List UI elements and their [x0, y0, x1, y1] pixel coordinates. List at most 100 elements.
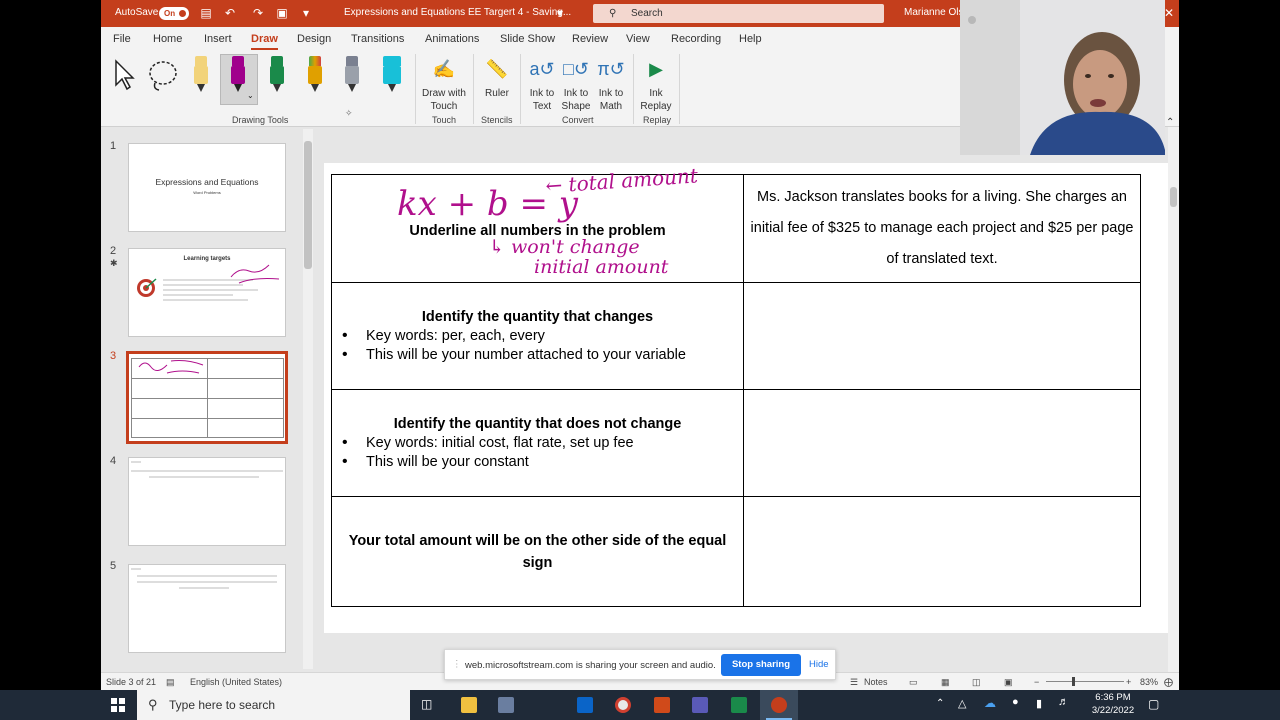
- language-indicator[interactable]: English (United States): [190, 677, 282, 687]
- table-cell[interactable]: Underline all numbers in the problem: [331, 174, 744, 283]
- slide-scrollbar[interactable]: [1168, 127, 1179, 672]
- table-cell[interactable]: [743, 496, 1141, 607]
- windows-taskbar: ⚲ Type here to search ◫ ⌃ △ ☁ ● ▮ ♬ 6:36…: [0, 690, 1280, 720]
- zoom-in-icon[interactable]: +: [1126, 677, 1131, 687]
- windows-start-icon[interactable]: [111, 698, 125, 712]
- chrome-icon[interactable]: [615, 697, 631, 713]
- add-pen-icon[interactable]: ✧: [345, 108, 353, 119]
- zoom-out-icon[interactable]: −: [1034, 677, 1039, 687]
- volume-icon[interactable]: ♬: [1058, 696, 1069, 708]
- lasso-select-icon[interactable]: [147, 59, 181, 93]
- pen-options-chevron-icon[interactable]: ⌄: [247, 91, 254, 100]
- slideshow-icon[interactable]: ▣: [1004, 677, 1013, 688]
- tab-design[interactable]: Design: [297, 33, 331, 45]
- pen-green-icon[interactable]: [270, 56, 284, 92]
- thumbnail-scroll-thumb[interactable]: [304, 141, 312, 269]
- table-cell[interactable]: [743, 389, 1141, 497]
- customize-qat-icon[interactable]: ▾: [299, 6, 313, 20]
- teams-icon[interactable]: [692, 697, 708, 713]
- collapse-ribbon-icon[interactable]: ⌃: [1166, 117, 1174, 128]
- slide-canvas[interactable]: Underline all numbers in the problem Ms.…: [324, 163, 1172, 633]
- tab-animations[interactable]: Animations: [425, 33, 479, 45]
- table-cell[interactable]: Your total amount will be on the other s…: [331, 496, 744, 607]
- ink-to-shape-button[interactable]: □↺ Ink to Shape: [559, 55, 593, 113]
- taskbar-search-box[interactable]: ⚲ Type here to search: [137, 690, 410, 720]
- hide-button[interactable]: Hide: [809, 659, 829, 670]
- task-view-icon[interactable]: ◫: [421, 697, 432, 711]
- document-title[interactable]: Expressions and Equations EE Targert 4 -…: [344, 7, 571, 18]
- notes-button[interactable]: Notes: [864, 677, 888, 687]
- zoom-slider-thumb[interactable]: [1072, 677, 1075, 686]
- file-explorer-icon[interactable]: [461, 697, 477, 713]
- close-window-icon[interactable]: ✕: [1164, 6, 1174, 20]
- accessibility-icon[interactable]: ▤: [166, 677, 175, 688]
- onedrive-icon[interactable]: ☁: [984, 696, 996, 710]
- table-cell[interactable]: Identify the quantity that does not chan…: [331, 389, 744, 497]
- tray-chevron-icon[interactable]: ⌃: [936, 698, 944, 709]
- powerpoint-taskbar-button[interactable]: [760, 690, 798, 720]
- pen-galaxy-icon[interactable]: [308, 56, 322, 92]
- slide-thumbnail-1[interactable]: Expressions and Equations Word Problems: [128, 143, 286, 232]
- save-icon[interactable]: ▤: [199, 6, 213, 20]
- ink-to-math-button[interactable]: π↺ Ink to Math: [594, 55, 628, 113]
- redo-icon[interactable]: ↷: [251, 6, 265, 20]
- wifi-icon[interactable]: △: [958, 697, 966, 710]
- title-dropdown-icon[interactable]: ▾: [553, 6, 567, 20]
- ink-replay-button[interactable]: ▶ Ink Replay: [639, 55, 673, 113]
- draw-with-touch-button[interactable]: ✍ Draw with Touch: [421, 55, 467, 113]
- thumbnail-scrollbar[interactable]: [303, 129, 313, 669]
- autosave-toggle[interactable]: On: [159, 7, 189, 20]
- pencil-gray-icon[interactable]: [345, 56, 359, 92]
- tab-transitions[interactable]: Transitions: [351, 33, 404, 45]
- table-cell[interactable]: Ms. Jackson translates books for a livin…: [743, 174, 1141, 283]
- outlook-icon[interactable]: [577, 697, 593, 713]
- tab-review[interactable]: Review: [572, 33, 608, 45]
- ink-to-text-button[interactable]: a↺ Ink to Text: [525, 55, 559, 113]
- powerpoint-icon: [771, 697, 787, 713]
- present-icon[interactable]: ▣: [275, 6, 289, 20]
- table-cell[interactable]: [743, 282, 1141, 390]
- table-cell[interactable]: Identify the quantity that changes Key w…: [331, 282, 744, 390]
- undo-icon[interactable]: ↶: [223, 6, 237, 20]
- presenter-video: [960, 0, 1165, 155]
- microphone-icon[interactable]: ●: [1012, 696, 1019, 708]
- select-arrow-icon[interactable]: [113, 59, 135, 91]
- tab-slide-show[interactable]: Slide Show: [500, 33, 555, 45]
- notes-icon[interactable]: ☰: [850, 677, 858, 688]
- search-box[interactable]: ⚲ Search: [593, 4, 884, 23]
- fit-to-window-icon[interactable]: ⨁: [1164, 677, 1173, 688]
- slide-thumbnail-2[interactable]: Learning targets: [128, 248, 286, 337]
- slide-thumbnail-3[interactable]: [126, 351, 288, 444]
- tab-help[interactable]: Help: [739, 33, 762, 45]
- tab-insert[interactable]: Insert: [204, 33, 232, 45]
- stop-sharing-button[interactable]: Stop sharing: [721, 654, 801, 676]
- tab-recording[interactable]: Recording: [671, 33, 721, 45]
- search-icon: ⚲: [609, 8, 617, 19]
- calculator-icon[interactable]: [731, 697, 747, 713]
- reading-view-icon[interactable]: ◫: [972, 677, 981, 688]
- slide-scroll-thumb[interactable]: [1170, 187, 1177, 207]
- highlighter-cyan-icon[interactable]: [383, 56, 401, 92]
- office-icon[interactable]: [654, 697, 670, 713]
- slide-sorter-icon[interactable]: ▦: [941, 677, 950, 688]
- drag-handle-icon[interactable]: ⋮: [452, 659, 462, 670]
- taskbar-clock[interactable]: 6:36 PM 3/22/2022: [1090, 691, 1136, 717]
- zoom-slider[interactable]: [1046, 681, 1124, 682]
- notification-icon[interactable]: ▢: [1148, 697, 1159, 711]
- tab-file[interactable]: File: [113, 33, 131, 45]
- convert-group-label: Convert: [562, 115, 594, 125]
- thumb-2-star-icon: ✱: [110, 258, 118, 268]
- ruler-button[interactable]: 📏 Ruler: [479, 55, 515, 100]
- tab-home[interactable]: Home: [153, 33, 182, 45]
- pen-magenta-icon[interactable]: [231, 56, 245, 92]
- tab-draw[interactable]: Draw: [251, 33, 278, 50]
- slide-thumbnail-5[interactable]: [128, 564, 286, 653]
- app-icon[interactable]: [498, 697, 514, 713]
- slide-thumbnail-4[interactable]: [128, 457, 286, 546]
- battery-icon[interactable]: ▮: [1036, 697, 1042, 710]
- highlighter-yellow-icon[interactable]: [194, 56, 208, 92]
- word-problem-text: Ms. Jackson translates books for a livin…: [750, 189, 1134, 267]
- zoom-level[interactable]: 83%: [1140, 677, 1158, 687]
- tab-view[interactable]: View: [626, 33, 650, 45]
- normal-view-icon[interactable]: ▭: [909, 677, 918, 688]
